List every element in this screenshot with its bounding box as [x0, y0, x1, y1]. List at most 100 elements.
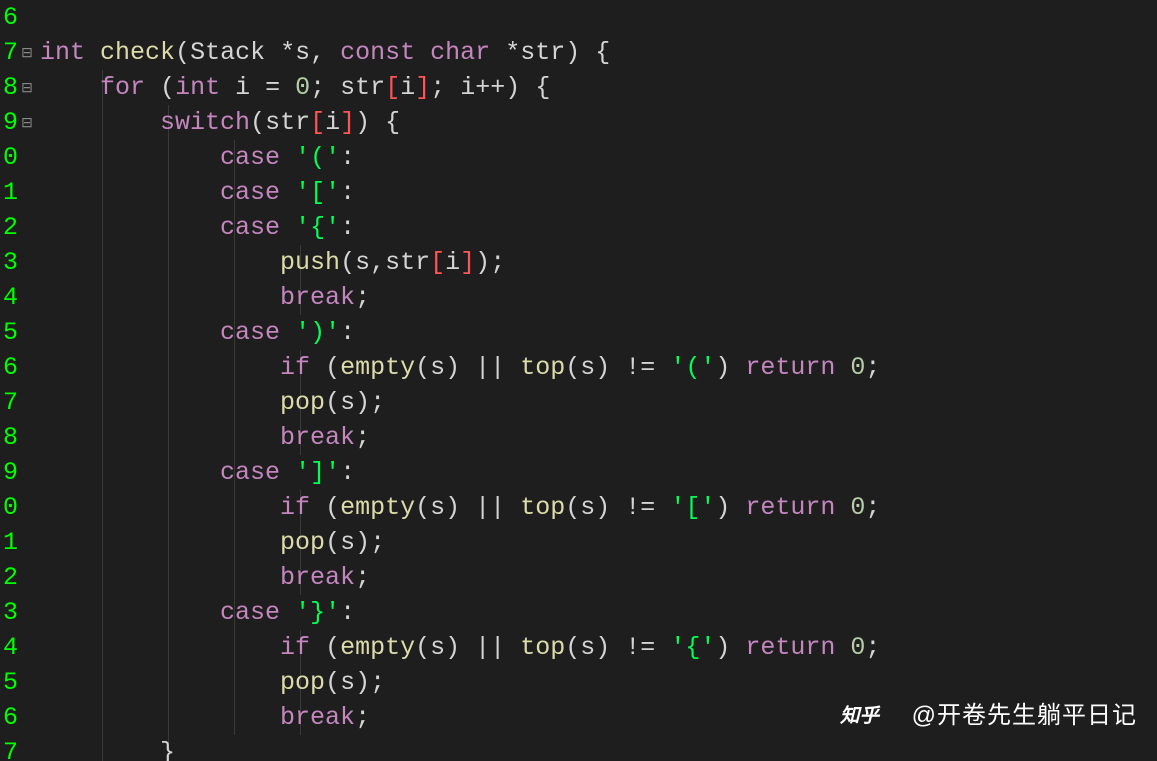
code-token: if — [280, 633, 310, 662]
line-number: 9 — [0, 455, 18, 490]
code-token — [280, 213, 295, 242]
code-token: ( — [325, 388, 340, 417]
gutter-row: 8 — [0, 420, 34, 455]
code-line-text: break; — [40, 563, 370, 592]
code-token: ) — [715, 633, 730, 662]
code-token: ( — [160, 73, 175, 102]
code-token: s — [340, 668, 355, 697]
code-token — [40, 633, 280, 662]
code-line-text: case '[': — [40, 178, 355, 207]
code-line[interactable]: int check(Stack *s, const char *str) { — [40, 35, 1157, 70]
code-token: ) — [355, 668, 370, 697]
code-token: ( — [565, 353, 580, 382]
code-line-text: for (int i = 0; str[i]; i++) { — [40, 73, 550, 102]
code-token — [40, 388, 280, 417]
line-number: 8 — [0, 420, 18, 455]
code-line[interactable]: case ']': — [40, 455, 1157, 490]
code-line[interactable]: case '{': — [40, 210, 1157, 245]
code-line[interactable]: if (empty(s) || top(s) != '{') return 0; — [40, 630, 1157, 665]
line-number: 0 — [0, 490, 18, 525]
code-token: s — [340, 528, 355, 557]
code-line[interactable]: break; — [40, 420, 1157, 455]
code-token: s — [430, 493, 445, 522]
code-token: ) — [475, 248, 490, 277]
line-number: 7 — [0, 35, 18, 70]
code-token — [40, 458, 220, 487]
code-token: i — [460, 73, 475, 102]
code-line[interactable]: case '[': — [40, 175, 1157, 210]
code-line[interactable]: } — [40, 735, 1157, 761]
code-token: case — [220, 458, 280, 487]
code-token: ) — [715, 353, 730, 382]
code-line-text: } — [40, 738, 175, 761]
code-line[interactable]: if (empty(s) || top(s) != '[') return 0; — [40, 490, 1157, 525]
code-token — [655, 493, 670, 522]
code-token: [ — [310, 108, 325, 137]
code-token: 0 — [295, 73, 310, 102]
gutter-row: 9 — [0, 455, 34, 490]
code-line[interactable] — [40, 0, 1157, 35]
code-token: ; — [865, 353, 880, 382]
code-token — [40, 283, 280, 312]
code-token — [280, 598, 295, 627]
code-token: s — [355, 248, 370, 277]
fold-toggle-icon[interactable]: ⊟ — [20, 105, 34, 140]
gutter-row: 6 — [0, 700, 34, 735]
code-line[interactable]: case '(': — [40, 140, 1157, 175]
code-token: != — [625, 633, 655, 662]
code-token: ; — [355, 703, 370, 732]
code-token: switch — [160, 108, 250, 137]
gutter-row: 2 — [0, 210, 34, 245]
gutter-row: 1 — [0, 525, 34, 560]
code-token: top — [520, 633, 565, 662]
code-token — [505, 493, 520, 522]
code-line[interactable]: push(s,str[i]); — [40, 245, 1157, 280]
code-token: : — [340, 598, 355, 627]
line-number: 6 — [0, 0, 18, 35]
code-line-text: pop(s); — [40, 388, 385, 417]
code-token: ) — [445, 353, 460, 382]
line-number: 0 — [0, 140, 18, 175]
code-line-text: case ']': — [40, 458, 355, 487]
fold-toggle-icon[interactable]: ⊟ — [20, 35, 34, 70]
code-token: ( — [175, 38, 190, 67]
code-line[interactable]: switch(str[i]) { — [40, 105, 1157, 140]
line-number: 1 — [0, 175, 18, 210]
code-token: ] — [340, 108, 355, 137]
gutter-row: 6 — [0, 0, 34, 35]
code-line[interactable]: break; — [40, 700, 1157, 735]
fold-toggle-icon[interactable]: ⊟ — [20, 70, 34, 105]
line-number: 2 — [0, 560, 18, 595]
code-token: i — [235, 73, 265, 102]
code-token: s — [580, 493, 595, 522]
code-token — [40, 423, 280, 452]
code-line[interactable]: if (empty(s) || top(s) != '(') return 0; — [40, 350, 1157, 385]
line-number: 5 — [0, 315, 18, 350]
code-area[interactable]: int check(Stack *s, const char *str) { f… — [34, 0, 1157, 761]
code-line-text: break; — [40, 423, 370, 452]
code-token: empty — [340, 493, 415, 522]
code-token: int — [40, 38, 85, 67]
code-token — [835, 493, 850, 522]
code-token: '{' — [670, 633, 715, 662]
code-token: if — [280, 493, 310, 522]
code-token: char — [430, 38, 490, 67]
code-line[interactable]: break; — [40, 280, 1157, 315]
code-token: , — [370, 248, 385, 277]
code-line[interactable]: pop(s); — [40, 525, 1157, 560]
code-line[interactable]: case '}': — [40, 595, 1157, 630]
code-token: , — [310, 38, 340, 67]
code-line[interactable]: case ')': — [40, 315, 1157, 350]
code-line[interactable]: for (int i = 0; str[i]; i++) { — [40, 70, 1157, 105]
code-line[interactable]: pop(s); — [40, 665, 1157, 700]
code-token: s — [295, 38, 310, 67]
code-line-text: case '{': — [40, 213, 355, 242]
code-token: i — [445, 248, 460, 277]
code-token: ; — [430, 73, 460, 102]
code-line[interactable]: break; — [40, 560, 1157, 595]
code-token: != — [625, 353, 655, 382]
code-token: ) — [595, 493, 610, 522]
code-line[interactable]: pop(s); — [40, 385, 1157, 420]
code-token: '{' — [295, 213, 340, 242]
code-line-text: if (empty(s) || top(s) != '[') return 0; — [40, 493, 880, 522]
